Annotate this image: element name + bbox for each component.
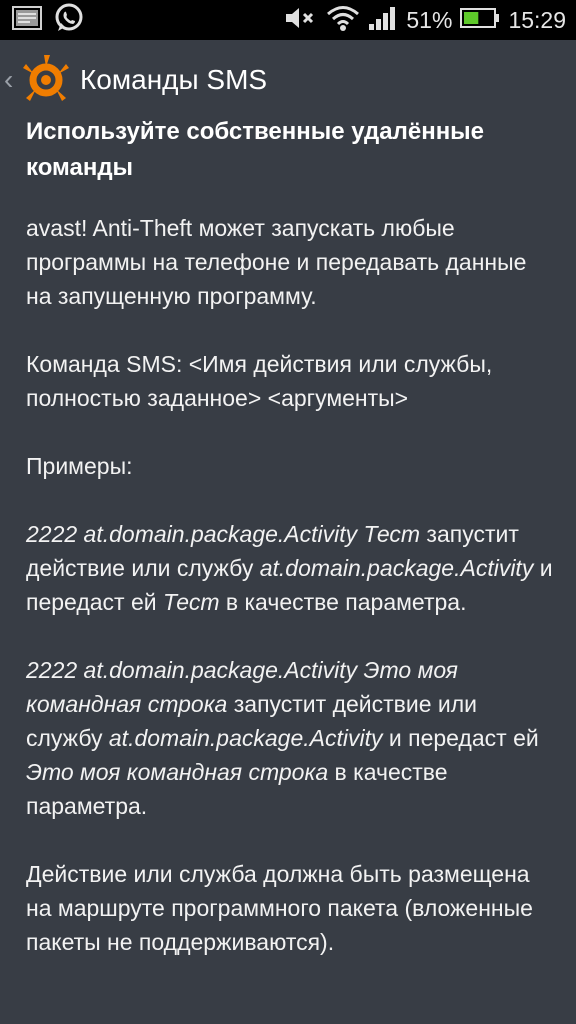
example-1-command: 2222 at.domain.package.Activity Тест bbox=[26, 521, 421, 547]
avast-logo[interactable] bbox=[20, 52, 72, 104]
content-heading: Используйте собственные удалённые команд… bbox=[26, 118, 485, 181]
battery-icon bbox=[460, 7, 500, 34]
signal-icon bbox=[368, 5, 398, 36]
example-1-argument: Тест bbox=[163, 589, 220, 615]
example-2-text-2: и передаст ей bbox=[382, 725, 539, 751]
examples-label: Примеры: bbox=[26, 453, 133, 479]
page-title: Команды SMS bbox=[80, 64, 268, 95]
help-content: Используйте собственные удалённые команд… bbox=[26, 114, 556, 993]
wifi-icon bbox=[326, 4, 360, 37]
clock: 15:29 bbox=[508, 6, 566, 33]
whatsapp-icon bbox=[54, 3, 84, 38]
example-2: 2222 at.domain.package.Activity Это моя … bbox=[26, 653, 556, 823]
intro-paragraph: avast! Anti-Theft может запускать любые … bbox=[26, 215, 527, 309]
battery-percent: 51% bbox=[406, 6, 453, 33]
example-2-argument: Это моя командная строка bbox=[26, 759, 329, 785]
package-note: Действие или служба должна быть размещен… bbox=[26, 861, 533, 955]
example-1-package: at.domain.package.Activity bbox=[259, 555, 534, 581]
example-1-text-3: в качестве параметра. bbox=[219, 589, 467, 615]
status-bar: 51% 15:29 bbox=[0, 0, 576, 40]
example-1: 2222 at.domain.package.Activity Тест зап… bbox=[26, 517, 556, 619]
example-2-package: at.domain.package.Activity bbox=[108, 725, 383, 751]
sms-command-syntax: Команда SMS: <Имя действия или службы, п… bbox=[26, 351, 493, 411]
action-bar[interactable]: ‹ Команды SMS bbox=[0, 40, 576, 120]
image-notification-icon bbox=[12, 5, 42, 35]
chevron-left-icon[interactable]: ‹ bbox=[4, 60, 18, 100]
mute-icon bbox=[284, 5, 318, 36]
